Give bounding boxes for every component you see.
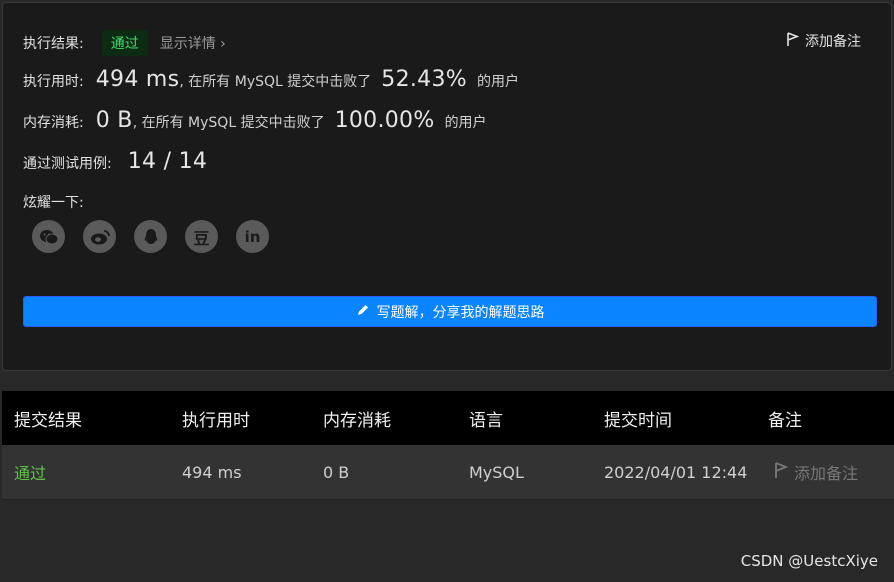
tests-label: 通过测试用例:	[23, 156, 112, 172]
write-solution-button[interactable]: 写题解，分享我的解题思路	[23, 296, 877, 327]
runtime-label: 执行用时:	[23, 74, 84, 90]
result-panel: 执行结果: 通过 显示详情 › 添加备注 执行用时: 494 ms , 在所有 …	[2, 2, 892, 371]
row-add-note-label: 添加备注	[794, 464, 859, 483]
share-row: 炫耀一下:	[23, 192, 84, 212]
tests-row: 通过测试用例: 14 / 14	[23, 149, 207, 174]
submissions-table: 提交结果 执行用时 内存消耗 语言 提交时间 备注 通过 494 ms 0 B …	[2, 391, 894, 500]
flag-icon	[774, 461, 789, 483]
runtime-mid-text: , 在所有 MySQL 提交中击败了	[179, 74, 372, 90]
row-status[interactable]: 通过	[14, 460, 46, 484]
row-time: 2022/04/01 12:44	[604, 462, 748, 482]
table-header: 提交结果 执行用时 内存消耗 语言 提交时间 备注	[2, 391, 894, 445]
result-row: 执行结果: 通过 显示详情 ›	[23, 30, 226, 56]
table-row[interactable]: 通过 494 ms 0 B MySQL 2022/04/01 12:44 添加备…	[2, 445, 894, 500]
status-badge: 通过	[101, 30, 148, 56]
runtime-row: 执行用时: 494 ms , 在所有 MySQL 提交中击败了 52.43% 的…	[23, 67, 519, 92]
write-solution-label: 写题解，分享我的解题思路	[376, 304, 545, 321]
flag-icon	[786, 31, 800, 51]
show-details-label: 显示详情	[159, 36, 216, 52]
linkedin-icon[interactable]: in	[236, 220, 269, 253]
chevron-right-icon: ›	[220, 36, 226, 52]
runtime-suffix: 的用户	[476, 74, 519, 90]
row-language: MySQL	[469, 462, 524, 482]
wechat-icon[interactable]	[32, 220, 65, 253]
header-status: 提交结果	[14, 410, 82, 431]
share-icons: 豆 in	[32, 220, 269, 253]
header-runtime: 执行用时	[182, 410, 250, 431]
memory-mid-text: , 在所有 MySQL 提交中击败了	[132, 115, 325, 131]
linkedin-glyph: in	[244, 227, 261, 246]
header-memory: 内存消耗	[323, 410, 391, 431]
add-note-button[interactable]: 添加备注	[786, 31, 861, 51]
row-add-note-button[interactable]: 添加备注	[774, 460, 858, 484]
qq-icon[interactable]	[134, 220, 167, 253]
weibo-icon[interactable]	[83, 220, 116, 253]
share-label: 炫耀一下:	[23, 195, 84, 211]
memory-percent: 100.00%	[334, 108, 435, 133]
header-note: 备注	[768, 410, 802, 431]
header-language: 语言	[469, 410, 503, 431]
douban-glyph: 豆	[193, 228, 210, 248]
result-label: 执行结果:	[23, 36, 84, 52]
add-note-label: 添加备注	[805, 34, 861, 50]
runtime-value: 494 ms	[95, 67, 180, 92]
memory-label: 内存消耗:	[23, 115, 84, 131]
memory-value: 0 B	[95, 108, 133, 133]
douban-icon[interactable]: 豆	[185, 220, 218, 253]
memory-suffix: 的用户	[444, 115, 487, 131]
show-details-link[interactable]: 显示详情 ›	[160, 33, 226, 53]
tests-value: 14 / 14	[127, 149, 208, 174]
row-memory: 0 B	[323, 462, 350, 482]
watermark: CSDN @UestcXiye	[740, 552, 878, 570]
row-runtime: 494 ms	[182, 462, 242, 482]
runtime-percent: 52.43%	[381, 67, 467, 92]
header-time: 提交时间	[604, 410, 672, 431]
memory-row: 内存消耗: 0 B , 在所有 MySQL 提交中击败了 100.00% 的用户	[23, 108, 487, 133]
pencil-icon	[356, 303, 370, 321]
